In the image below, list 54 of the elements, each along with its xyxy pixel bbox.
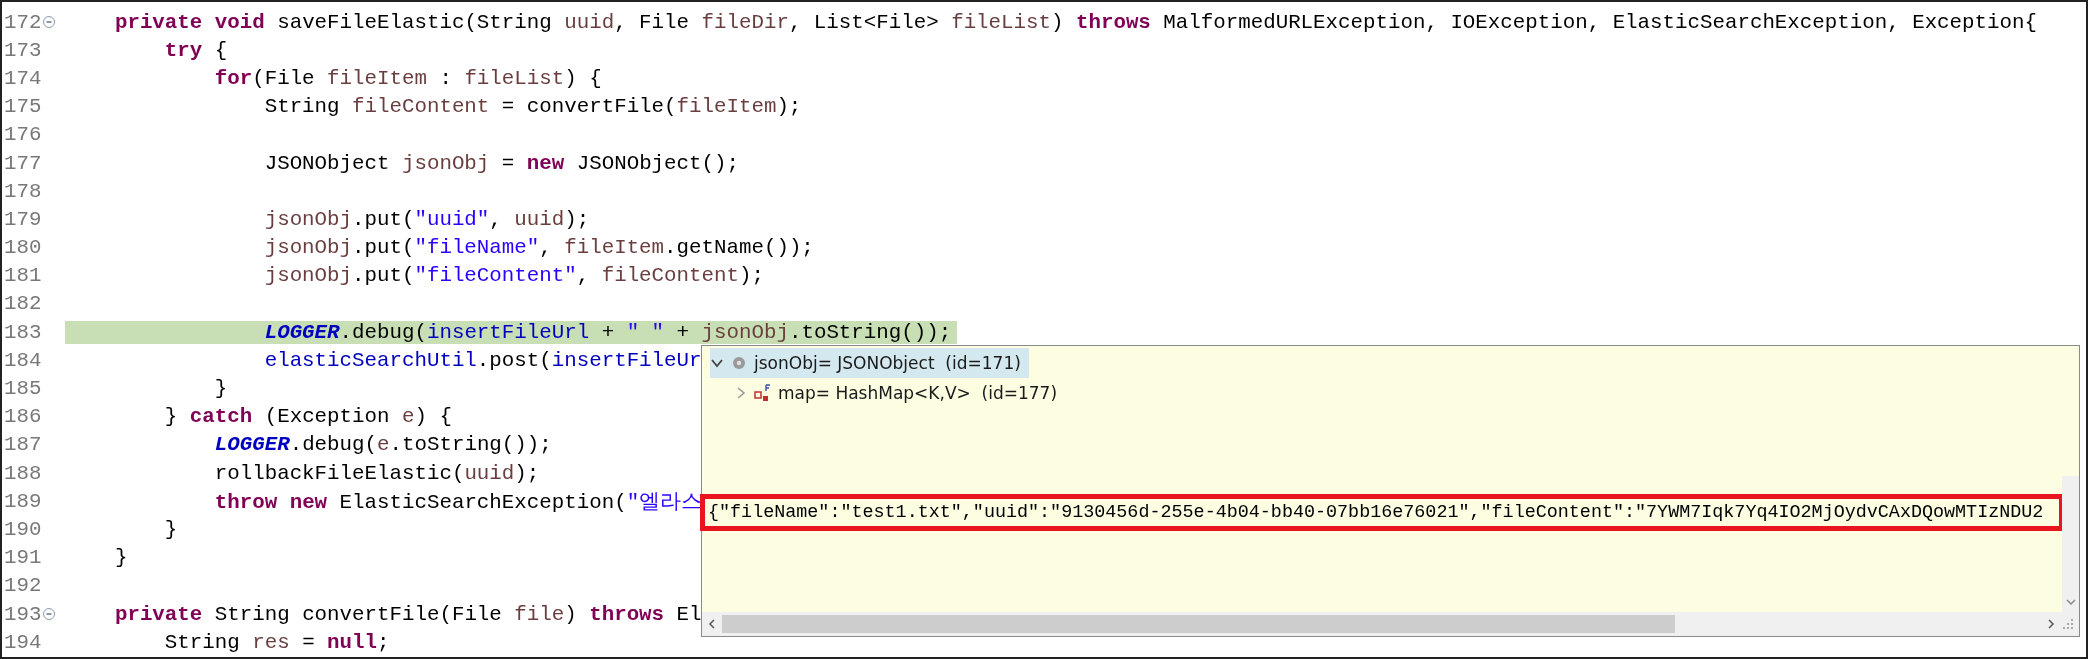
vertical-scrollbar[interactable]: [2062, 476, 2079, 612]
line-number: 178: [4, 179, 42, 203]
code-line: jsonObj.put("fileName", fileItem.getName());: [263, 236, 815, 260]
code-line: String res = null;: [163, 630, 391, 654]
code-line: }: [163, 517, 179, 541]
code-line: String fileContent = convertFile(fileItem);: [263, 95, 803, 119]
fold-icon[interactable]: [42, 607, 57, 622]
code-line: throw new ElasticSearchException("엘라스: [213, 490, 704, 516]
code-line: for(File fileItem : fileList) {: [213, 66, 603, 90]
line-number: 173: [4, 38, 42, 62]
line-number: 175: [4, 95, 42, 119]
code-line: } catch (Exception e) {: [163, 405, 453, 429]
scroll-right-icon[interactable]: [2045, 618, 2057, 630]
line-number: 176: [4, 123, 42, 147]
variable-icon: [730, 354, 748, 372]
line-number: 172: [4, 10, 42, 34]
line-number: 192: [4, 574, 42, 598]
line-number: 182: [4, 292, 42, 316]
line-number: 183: [4, 320, 42, 344]
line-number: 174: [4, 66, 42, 90]
line-number: 179: [4, 207, 42, 231]
field-icon: [754, 384, 772, 402]
line-number: 190: [4, 517, 42, 541]
code-line: elasticSearchUtil.post(insertFileUr: [263, 348, 703, 372]
line-number: 191: [4, 546, 42, 570]
code-line: JSONObject jsonObj = new JSONObject();: [263, 151, 740, 175]
code-line: private String convertFile(File file) throws El: [113, 602, 703, 626]
line-number: 194: [4, 630, 42, 654]
code-line: LOGGER.debug(e.toString());: [213, 433, 553, 457]
code-line: try {: [163, 38, 229, 62]
scroll-down-icon[interactable]: [2064, 596, 2077, 608]
line-number: 188: [4, 461, 42, 485]
detail-text: {"fileName":"test1.txt","uuid":"9130456d-255e-4b04-bb40-07bb16e76021","fileContent":"7YWM7Iqk7Yq4IO2MjOydvCAxDQowMTIzNDU2: [702, 496, 2062, 529]
code-line: private void saveFileElastic(String uuid, File fileDir, List<File> fileList) throws MalformedURLException, IOException, ElasticSearchException, Exception{: [113, 10, 2038, 34]
resize-grip-icon[interactable]: [2061, 617, 2075, 631]
line-number: 189: [4, 489, 42, 513]
code-line: jsonObj.put("uuid", uuid);: [263, 207, 591, 231]
line-number: 177: [4, 151, 42, 175]
tree-item[interactable]: jsonObj= JSONObject (id=171): [710, 348, 1029, 378]
line-number: 187: [4, 433, 42, 457]
scroll-left-icon[interactable]: [706, 618, 718, 630]
code-line: rollbackFileElastic(uuid);: [213, 461, 541, 485]
line-number: 186: [4, 405, 42, 429]
line-number: 184: [4, 348, 42, 372]
code-line: }: [113, 546, 129, 570]
horizontal-scrollbar[interactable]: [702, 612, 2079, 636]
line-number: 181: [4, 264, 42, 288]
fold-icon[interactable]: [42, 15, 57, 30]
code-line: }: [213, 377, 229, 401]
line-number: 193: [4, 602, 42, 626]
line-number: 180: [4, 236, 42, 260]
line-number: 185: [4, 377, 42, 401]
tree-item[interactable]: map= HashMap<K,V> (id=177): [734, 378, 2079, 408]
code-line: jsonObj.put("fileContent", fileContent);: [263, 264, 765, 288]
